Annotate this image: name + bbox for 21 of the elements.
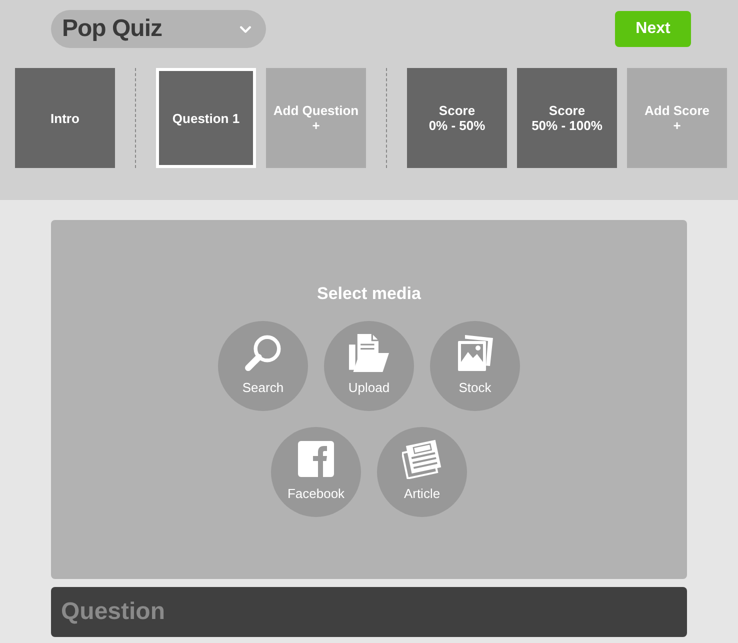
slide-tile[interactable]: Score 50% - 100%: [517, 68, 617, 168]
facebook-icon: [298, 441, 334, 477]
folder-document-icon: [349, 334, 389, 372]
chevron-down-icon: [240, 26, 251, 32]
slide-tile[interactable]: Score 0% - 50%: [407, 68, 507, 168]
media-option-button[interactable]: Facebook: [271, 427, 361, 517]
add-slide-button[interactable]: Add Question +: [266, 68, 366, 168]
quiz-title-dropdown[interactable]: Pop Quiz: [51, 10, 266, 48]
media-option-button[interactable]: Stock: [430, 321, 520, 411]
photos-icon: [458, 335, 492, 371]
next-button[interactable]: Next: [615, 11, 691, 47]
question-field[interactable]: Question: [51, 587, 687, 637]
media-option-button[interactable]: Article: [377, 427, 467, 517]
add-slide-button[interactable]: Add Score +: [627, 68, 727, 168]
slide-tile[interactable]: Intro: [15, 68, 115, 168]
newspaper-icon: [402, 439, 442, 479]
section-heading: Select media: [317, 284, 421, 304]
slide-tile[interactable]: Question 1: [156, 68, 256, 168]
media-option-button[interactable]: Upload: [324, 321, 414, 411]
search-icon: [245, 335, 281, 371]
media-option-button[interactable]: Search: [218, 321, 308, 411]
